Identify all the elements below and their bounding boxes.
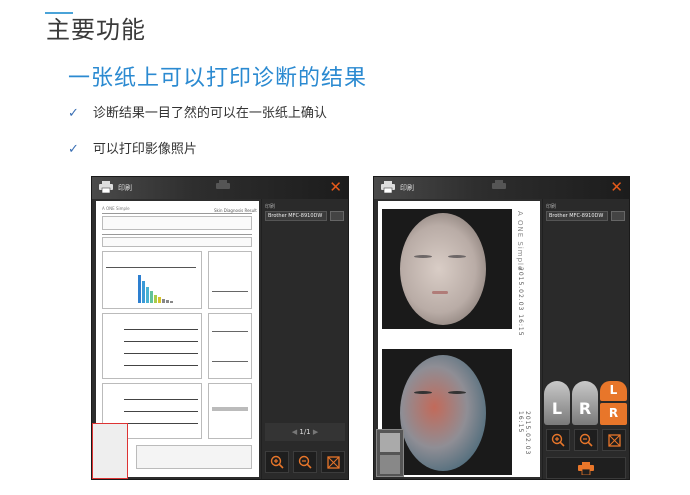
- left-face-orange-button[interactable]: L: [600, 381, 627, 401]
- printer-select[interactable]: Brother MFC-8910DW: [265, 211, 327, 221]
- print-settings-panel: 印刷 Brother MFC-8910DW ◀ 1/1 ▶: [261, 199, 348, 479]
- printer-icon: [381, 181, 395, 193]
- checkmark-icon: ✓: [68, 142, 79, 157]
- close-button[interactable]: ✕: [329, 178, 342, 196]
- printer-icon: [99, 181, 113, 193]
- photo-date: 2015.02.03 16:15: [517, 411, 531, 456]
- page-subtitle: 一张纸上可以打印诊断的结果: [68, 66, 368, 91]
- printer-settings-button[interactable]: [330, 211, 344, 221]
- zoom-in-icon: [270, 455, 284, 469]
- close-button[interactable]: ✕: [610, 178, 623, 196]
- printer-label: 印刷: [546, 204, 557, 210]
- zoom-in-button[interactable]: [265, 451, 289, 473]
- zoom-in-button[interactable]: [546, 429, 570, 451]
- printer-icon: [578, 461, 594, 475]
- print-button[interactable]: [265, 479, 345, 480]
- printer-select[interactable]: Brother MFC-8910DW: [546, 211, 608, 221]
- page-next-icon[interactable]: ▶: [311, 428, 318, 436]
- right-face-orange-button[interactable]: R: [600, 403, 627, 425]
- face-photo-top: [382, 209, 512, 329]
- right-face-button[interactable]: R: [572, 381, 598, 425]
- printer-settings-button[interactable]: [611, 211, 625, 221]
- zoom-out-icon: [579, 433, 593, 447]
- page-title: 主要功能: [46, 16, 146, 44]
- fit-button[interactable]: [602, 429, 626, 451]
- zoom-in-icon: [551, 433, 565, 447]
- printer-icon: [216, 180, 230, 189]
- fit-icon: [607, 433, 621, 447]
- bullet-item: ✓ 诊断结果一目了然的可以在一张纸上确认: [68, 106, 327, 121]
- photo-thumbnail[interactable]: [376, 429, 404, 477]
- photo-date: 2015.02.03 16:15: [517, 267, 524, 337]
- report-title: A ONE Simple: [102, 206, 130, 211]
- print-button[interactable]: [546, 457, 626, 479]
- window-titlebar: 印刷 ✕: [92, 177, 348, 199]
- zoom-out-button[interactable]: [574, 429, 598, 451]
- fit-icon: [326, 455, 340, 469]
- brand-text: A ONE Simple: [516, 211, 524, 272]
- checkmark-icon: ✓: [68, 106, 79, 121]
- fit-button[interactable]: [321, 451, 345, 473]
- printer-label: 印刷: [265, 204, 276, 210]
- window-title: 印刷: [118, 184, 132, 192]
- printer-icon: [492, 180, 506, 189]
- bullet-item: ✓ 可以打印影像照片: [68, 142, 197, 157]
- print-preview-window-photos: 印刷 ✕ A ONE Simple 2015.02.03 16:15 2015.…: [373, 176, 630, 480]
- page-indicator: ◀ 1/1 ▶: [265, 423, 345, 441]
- left-face-button[interactable]: L: [544, 381, 570, 425]
- page-thumbnail[interactable]: [92, 423, 128, 479]
- window-titlebar: 印刷 ✕: [374, 177, 629, 199]
- zoom-out-icon: [298, 455, 312, 469]
- print-preview-window-report: 印刷 ✕ A ONE Simple Skin Diagnosis Result: [91, 176, 349, 480]
- window-title: 印刷: [400, 184, 414, 192]
- zoom-out-button[interactable]: [293, 451, 317, 473]
